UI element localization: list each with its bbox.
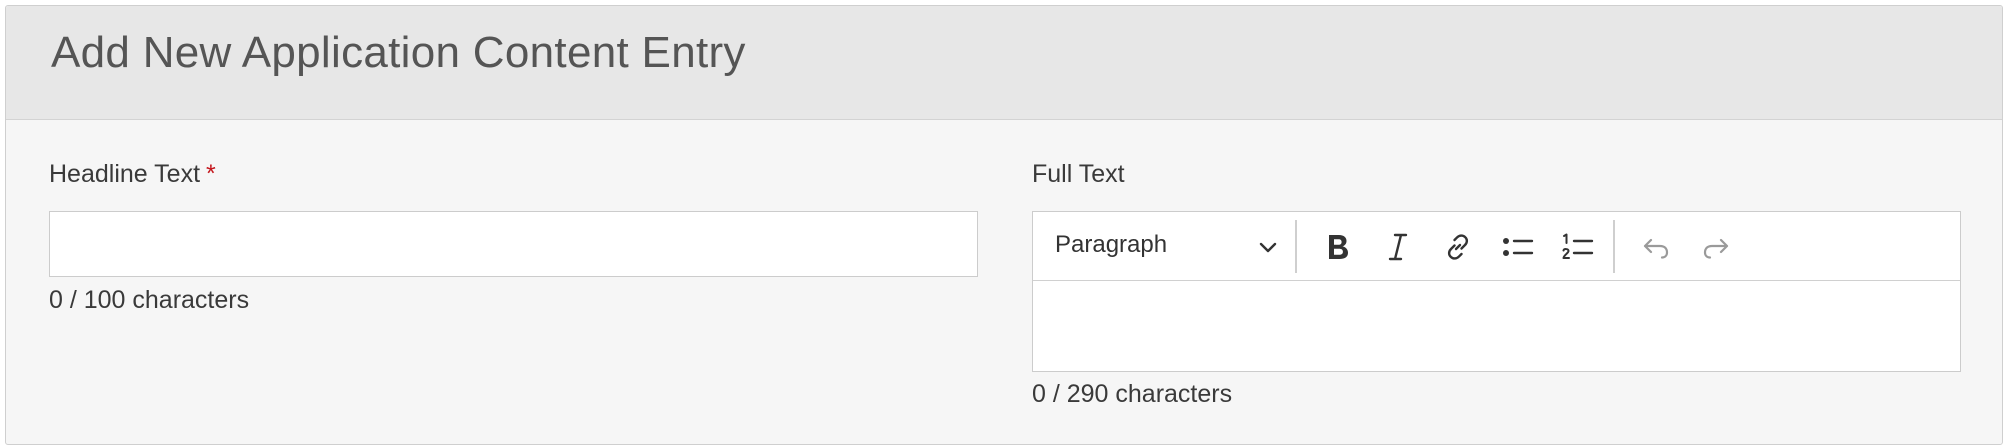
bold-icon: [1323, 231, 1353, 263]
bulleted-list-icon: [1501, 231, 1535, 263]
italic-icon: [1384, 231, 1412, 263]
headline-input[interactable]: [49, 211, 978, 277]
toolbar-divider: [1295, 220, 1297, 273]
redo-icon: [1700, 231, 1732, 263]
redo-button[interactable]: [1693, 224, 1739, 270]
full-text-char-counter: 0 / 290 characters: [1032, 380, 1233, 408]
page-title: Add New Application Content Entry: [51, 28, 746, 77]
numbered-list-icon: [1561, 231, 1595, 263]
toolbar-divider: [1613, 220, 1615, 273]
link-button[interactable]: [1435, 224, 1481, 270]
headline-label-text: Headline Text: [49, 160, 201, 188]
required-marker: *: [206, 160, 216, 188]
format-select-value: Paragraph: [1055, 231, 1168, 258]
headline-char-counter: 0 / 100 characters: [49, 286, 250, 314]
bold-button[interactable]: [1315, 224, 1361, 270]
link-icon: [1442, 231, 1474, 263]
panel-header: Add New Application Content Entry: [6, 6, 2002, 120]
bulleted-list-button[interactable]: [1495, 224, 1541, 270]
numbered-list-button[interactable]: [1555, 224, 1601, 270]
editor-toolbar: Paragraph: [1033, 212, 1960, 281]
content-entry-panel: Add New Application Content Entry Headli…: [5, 5, 2003, 445]
rich-text-editor: Paragraph: [1032, 211, 1961, 372]
headline-label: Headline Text *: [49, 160, 216, 189]
undo-icon: [1640, 231, 1672, 263]
full-text-label: Full Text: [1032, 160, 1125, 188]
undo-button[interactable]: [1633, 224, 1679, 270]
paragraph-format-dropdown[interactable]: Paragraph: [1033, 212, 1291, 280]
chevron-down-icon: [1257, 236, 1279, 258]
editor-content-area[interactable]: [1033, 281, 1960, 371]
italic-button[interactable]: [1375, 224, 1421, 270]
